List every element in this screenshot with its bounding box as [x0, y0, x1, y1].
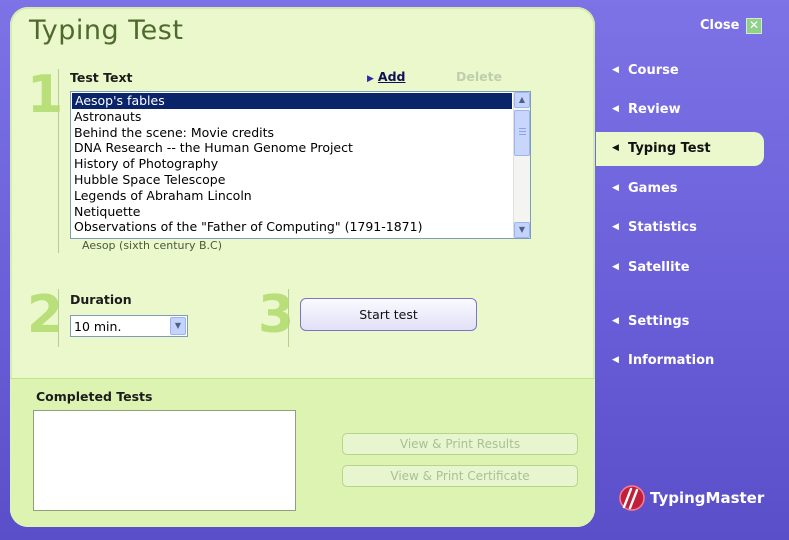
nav-item-course[interactable]: ◀ Course	[596, 54, 764, 88]
scroll-thumb[interactable]	[514, 110, 530, 156]
nav-item-label: Games	[628, 181, 678, 196]
delete-text-link: Delete	[456, 69, 503, 84]
test-text-label: Test Text	[70, 70, 133, 85]
step-divider-2	[58, 289, 59, 347]
step-divider-1	[58, 69, 59, 253]
triangle-left-icon: ◀	[612, 183, 619, 193]
close-button[interactable]: Close	[700, 18, 739, 33]
nav-item-satellite[interactable]: ◀ Satellite	[596, 251, 764, 285]
brand-name: TypingMaster	[650, 489, 765, 507]
triangle-left-icon: ◀	[612, 316, 619, 326]
list-item[interactable]: DNA Research -- the Human Genome Project	[71, 140, 513, 156]
step-divider-3	[288, 289, 289, 347]
list-scrollbar[interactable]: ▲ ▼	[513, 92, 530, 238]
completed-tests-list[interactable]	[33, 410, 296, 511]
nav-item-games[interactable]: ◀ Games	[596, 172, 764, 206]
list-item[interactable]: History of Photography	[71, 156, 513, 172]
nav-item-label: Satellite	[628, 260, 690, 275]
duration-select[interactable]: 10 min. ▼	[70, 315, 188, 337]
app-window: Typing Test 1 Test Text ▶ Add Delete Aeso…	[0, 0, 789, 540]
triangle-right-icon: ▶	[367, 74, 374, 84]
list-item[interactable]: Aesop's fables	[72, 93, 512, 109]
scroll-down-icon[interactable]: ▼	[514, 222, 530, 238]
list-item[interactable]: Behind the scene: Movie credits	[71, 125, 513, 141]
duration-value: 10 min.	[74, 319, 122, 334]
nav-item-label: Course	[628, 63, 679, 78]
completed-tests-section: Completed Tests View & Print Results Vie…	[10, 378, 595, 527]
nav-item-statistics[interactable]: ◀ Statistics	[596, 211, 764, 245]
close-icon[interactable]: ✕	[746, 18, 762, 34]
scroll-up-icon[interactable]: ▲	[514, 92, 530, 108]
view-print-certificate-button[interactable]: View & Print Certificate	[342, 465, 578, 487]
nav-item-typing-test[interactable]: ◀ Typing Test	[596, 132, 764, 166]
text-author: Aesop (sixth century B.C)	[82, 239, 223, 252]
view-print-results-button[interactable]: View & Print Results	[342, 433, 578, 455]
nav-item-label: Settings	[628, 314, 690, 329]
triangle-left-icon: ◀	[612, 104, 619, 114]
main-panel: Typing Test 1 Test Text ▶ Add Delete Aeso…	[10, 7, 595, 527]
nav-item-information[interactable]: ◀ Information	[596, 344, 764, 378]
triangle-left-icon: ◀	[612, 262, 619, 272]
start-test-button[interactable]: Start test	[300, 298, 477, 331]
triangle-left-icon: ◀	[612, 222, 619, 232]
triangle-left-icon: ◀	[612, 65, 619, 75]
nav-item-review[interactable]: ◀ Review	[596, 93, 764, 127]
nav-item-label: Statistics	[628, 220, 697, 235]
nav-item-settings[interactable]: ◀ Settings	[596, 305, 764, 339]
add-text-link[interactable]: ▶ Add	[367, 69, 406, 84]
list-item[interactable]: Legends of Abraham Lincoln	[71, 188, 513, 204]
duration-label: Duration	[70, 292, 132, 307]
triangle-left-icon: ◀	[612, 143, 619, 153]
triangle-left-icon: ◀	[612, 355, 619, 365]
page-title: Typing Test	[29, 15, 184, 46]
list-item[interactable]: Observations of the "Father of Computing…	[71, 219, 513, 235]
nav-item-label: Review	[628, 102, 681, 117]
completed-tests-label: Completed Tests	[36, 389, 153, 404]
list-item[interactable]: Hubble Space Telescope	[71, 172, 513, 188]
nav-item-label: Information	[628, 353, 715, 368]
test-text-list[interactable]: Aesop's fables Astronauts Behind the sce…	[70, 91, 531, 239]
test-text-items: Aesop's fables Astronauts Behind the sce…	[71, 92, 513, 238]
list-item[interactable]: Netiquette	[71, 204, 513, 220]
chevron-down-icon[interactable]: ▼	[170, 317, 186, 335]
nav-item-label: Typing Test	[628, 141, 711, 156]
list-item[interactable]: Astronauts	[71, 109, 513, 125]
add-label: Add	[377, 69, 406, 84]
